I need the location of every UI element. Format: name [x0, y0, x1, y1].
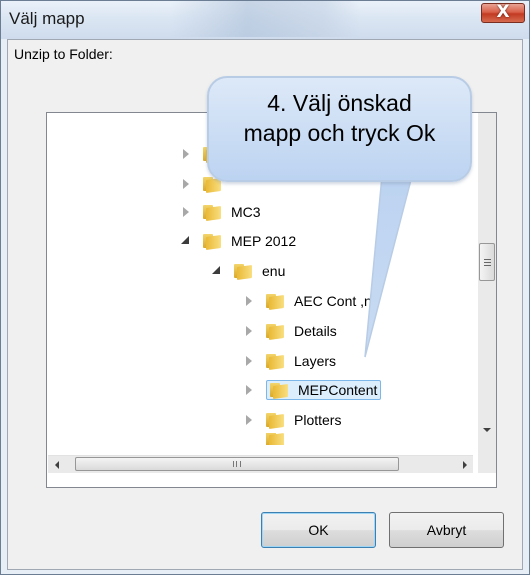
tree-item-details[interactable]: Details	[242, 318, 337, 344]
collapse-arrow-icon[interactable]	[179, 234, 193, 248]
tree-item-mc3[interactable]: MC3	[179, 199, 261, 225]
expand-arrow-icon[interactable]	[242, 324, 256, 338]
tree-item-mepcontent[interactable]: MEPContent	[242, 377, 382, 403]
tree-item-partial[interactable]	[266, 433, 294, 445]
tree-item-mep-2012[interactable]: MEP 2012	[179, 228, 296, 254]
tree-item-label: MEPContent	[298, 382, 378, 398]
horizontal-scrollbar[interactable]	[48, 455, 473, 473]
close-icon: X	[496, 2, 510, 22]
ok-button[interactable]: OK	[261, 512, 376, 548]
scroll-down-arrow-icon[interactable]	[483, 428, 491, 432]
unzip-to-folder-label: Unzip to Folder:	[14, 46, 113, 62]
tree-item-plotters[interactable]: Plotters	[242, 407, 341, 433]
folder-icon	[266, 412, 284, 430]
expand-arrow-icon[interactable]	[242, 383, 256, 397]
tree-item-label: Details	[294, 323, 337, 339]
vertical-scroll-thumb[interactable]	[479, 243, 495, 281]
callout-line-2: mapp och tryck Ok	[243, 120, 436, 146]
expand-arrow-icon[interactable]	[179, 205, 193, 219]
folder-icon	[203, 233, 221, 251]
expand-arrow-icon[interactable]	[179, 177, 193, 191]
close-button[interactable]: X	[481, 2, 525, 23]
expand-arrow-icon[interactable]	[242, 354, 256, 368]
tree-item-layers[interactable]: Layers	[242, 348, 336, 374]
scrollbar-corner	[478, 455, 496, 473]
expand-arrow-icon[interactable]	[242, 413, 256, 427]
horizontal-scroll-thumb[interactable]	[75, 457, 399, 471]
tree-item-label: enu	[262, 263, 286, 279]
folder-icon	[234, 263, 252, 281]
scroll-grip-icon	[233, 461, 241, 467]
folder-icon	[203, 204, 221, 222]
tree-item-aec-content[interactable]: AEC Cont ,nt	[242, 288, 376, 314]
tree-item-label: Plotters	[294, 412, 342, 428]
tree-item-label: Layers	[294, 353, 337, 369]
callout-text: 4. Välj önskad mapp och tryck Ok	[207, 88, 472, 148]
title-bar-glass	[171, 1, 361, 37]
vertical-scrollbar[interactable]	[478, 113, 496, 455]
selected-item-highlight[interactable]: MEPContent	[266, 380, 382, 400]
expand-arrow-icon[interactable]	[242, 294, 256, 308]
tree-item-enu[interactable]: enu	[210, 258, 285, 284]
callout-line-1: 4. Välj önskad	[267, 90, 412, 116]
scroll-left-arrow-icon[interactable]	[48, 456, 65, 473]
title-bar[interactable]: Välj mapp X	[1, 1, 529, 39]
scroll-right-arrow-icon[interactable]	[456, 456, 473, 473]
cancel-button[interactable]: Avbryt	[389, 512, 504, 548]
folder-icon	[270, 382, 288, 400]
expand-arrow-icon[interactable]	[179, 147, 193, 161]
tree-item-label: AEC Cont ,nt	[294, 293, 376, 309]
window-title: Välj mapp	[9, 9, 85, 28]
folder-icon	[266, 353, 284, 371]
tree-item-label: MEP 2012	[231, 233, 297, 249]
folder-icon	[266, 433, 284, 445]
tree-item-label: MC3	[231, 204, 261, 220]
folder-icon	[266, 293, 284, 311]
collapse-arrow-icon[interactable]	[210, 264, 224, 278]
folder-icon	[266, 323, 284, 341]
